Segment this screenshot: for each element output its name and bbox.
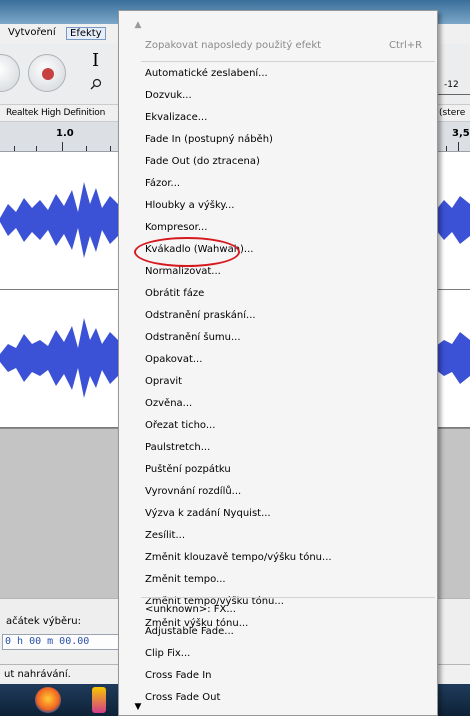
menu-item-label: Fade Out (do ztracena): [145, 156, 260, 167]
menu-item-label: Zopakovat naposledy použitý efekt: [145, 40, 322, 51]
menu-item-label: Vyrovnání rozdílů...: [145, 486, 242, 497]
status-text: ut nahrávání.: [4, 669, 71, 680]
ruler-label: 3,5: [452, 128, 470, 139]
menu-item-label: Hloubky a výšky...: [145, 200, 235, 211]
menu-item[interactable]: Cross Fade In: [145, 665, 435, 687]
menu-item[interactable]: Fade Out (do ztracena): [145, 151, 435, 173]
meter-scale-line: [437, 94, 470, 95]
menu-efekty[interactable]: Efekty: [66, 27, 106, 40]
scroll-down-arrow-icon[interactable]: ▼: [131, 701, 145, 713]
menu-item-label: Paulstretch...: [145, 442, 211, 453]
menu-item-label: Odstranění praskání...: [145, 310, 256, 321]
selection-start-time-field[interactable]: 0 h 00 m 00.00: [2, 634, 120, 650]
waveform: [0, 318, 120, 398]
menu-item[interactable]: Ozvěna...: [145, 393, 435, 415]
menu-item-shortcut: Ctrl+R: [389, 40, 423, 51]
menu-separator: [141, 61, 435, 62]
menu-item[interactable]: Opravit: [145, 371, 435, 393]
menu-item-label: Opravit: [145, 376, 183, 387]
zoom-magnifier-icon[interactable]: [90, 78, 102, 90]
menu-item[interactable]: Vyrovnání rozdílů...: [145, 481, 435, 503]
menu-vytvoreni[interactable]: Vytvoření: [8, 27, 56, 38]
waveform: [436, 196, 470, 244]
menu-item[interactable]: Zesílit...: [145, 525, 435, 547]
menu-item[interactable]: Fázor...: [145, 173, 435, 195]
scroll-up-arrow-icon[interactable]: ▲: [131, 19, 145, 31]
menu-item-label: Ořezat ticho...: [145, 420, 216, 431]
device-selector[interactable]: Realtek High Definition: [6, 108, 105, 118]
menu-item[interactable]: Obrátit fáze: [145, 283, 435, 305]
menu-item-label: Automatické zeslabení...: [145, 68, 268, 79]
menu-item[interactable]: Puštění pozpátku: [145, 459, 435, 481]
menu-item[interactable]: Dozvuk...: [145, 85, 435, 107]
menu-item-label: Zesílit...: [145, 530, 186, 541]
menu-item-label: Adjustable Fade...: [145, 626, 234, 637]
ruler-tick: [36, 146, 37, 151]
menu-item-label: Clip Fix...: [145, 648, 191, 659]
menu-item[interactable]: Fade In (postupný náběh): [145, 129, 435, 151]
menu-item[interactable]: Odstranění praskání...: [145, 305, 435, 327]
menu-item-label: Cross Fade Out: [145, 692, 221, 703]
menu-item[interactable]: Ekvalizace...: [145, 107, 435, 129]
menu-item: Zopakovat naposledy použitý efekt Ctrl+R: [145, 35, 435, 57]
effects-dropdown-menu: ▲ ▼ Zopakovat naposledy použitý efekt Ctr…: [118, 10, 438, 716]
waveform: [436, 332, 470, 384]
menu-item[interactable]: Opakovat...: [145, 349, 435, 371]
taskbar-app-icon[interactable]: [92, 687, 106, 713]
firefox-taskbar-icon[interactable]: [35, 687, 61, 713]
ruler-tick: [14, 146, 15, 151]
ibeam-tool-icon[interactable]: I: [92, 50, 99, 71]
menu-item[interactable]: <unknown>: FX...: [145, 599, 435, 621]
ruler-tick: [62, 142, 63, 151]
menu-item[interactable]: Paulstretch...: [145, 437, 435, 459]
ruler-tick: [458, 142, 459, 151]
ruler-tick: [86, 146, 87, 151]
ruler-tick: [110, 146, 111, 151]
menu-item[interactable]: Adjustable Fade...: [145, 621, 435, 643]
menu-item-label: Odstranění šumu...: [145, 332, 241, 343]
menu-item[interactable]: Změnit tempo...: [145, 569, 435, 591]
waveform: [0, 182, 120, 258]
menu-item-label: Ekvalizace...: [145, 112, 208, 123]
menu-separator: [141, 597, 435, 598]
channel-selector[interactable]: (stere: [439, 108, 465, 118]
menu-item[interactable]: Změnit klouzavě tempo/výšku tónu...: [145, 547, 435, 569]
menu-item[interactable]: Clip Fix...: [145, 643, 435, 665]
record-button-icon[interactable]: [28, 54, 66, 92]
menu-item-label: Výzva k zadání Nyquist...: [145, 508, 271, 519]
menu-item-label: Fázor...: [145, 178, 181, 189]
menu-item[interactable]: Odstranění šumu...: [145, 327, 435, 349]
menu-item[interactable]: Hloubky a výšky...: [145, 195, 435, 217]
menu-item-label: Změnit tempo...: [145, 574, 226, 585]
menu-item-label: Dozvuk...: [145, 90, 192, 101]
menu-item-label: Normalizovat...: [145, 266, 221, 277]
menu-item-label: Ozvěna...: [145, 398, 193, 409]
ruler-label: 1.0: [56, 128, 74, 139]
menu-item[interactable]: Cross Fade Out: [145, 687, 435, 709]
ruler-tick: [446, 146, 447, 151]
menu-item-label: Cross Fade In: [145, 670, 212, 681]
menu-item-label: Změnit klouzavě tempo/výšku tónu...: [145, 552, 332, 563]
menu-item-label: Kompresor...: [145, 222, 208, 233]
menu-item-label: Obrátit fáze: [145, 288, 205, 299]
menu-item-label: <unknown>: FX...: [145, 604, 236, 615]
menu-item[interactable]: Kompresor...: [145, 217, 435, 239]
meter-db-label: -12: [444, 80, 459, 90]
menu-item[interactable]: Automatické zeslabení...: [145, 63, 435, 85]
menu-item-label: Fade In (postupný náběh): [145, 134, 273, 145]
highlight-annotation-ellipse: [134, 237, 240, 267]
menu-item[interactable]: Výzva k zadání Nyquist...: [145, 503, 435, 525]
menu-item-label: Opakovat...: [145, 354, 203, 365]
menu-item-label: Puštění pozpátku: [145, 464, 231, 475]
menu-item[interactable]: Ořezat ticho...: [145, 415, 435, 437]
selection-start-label: ačátek výběru:: [6, 616, 81, 627]
